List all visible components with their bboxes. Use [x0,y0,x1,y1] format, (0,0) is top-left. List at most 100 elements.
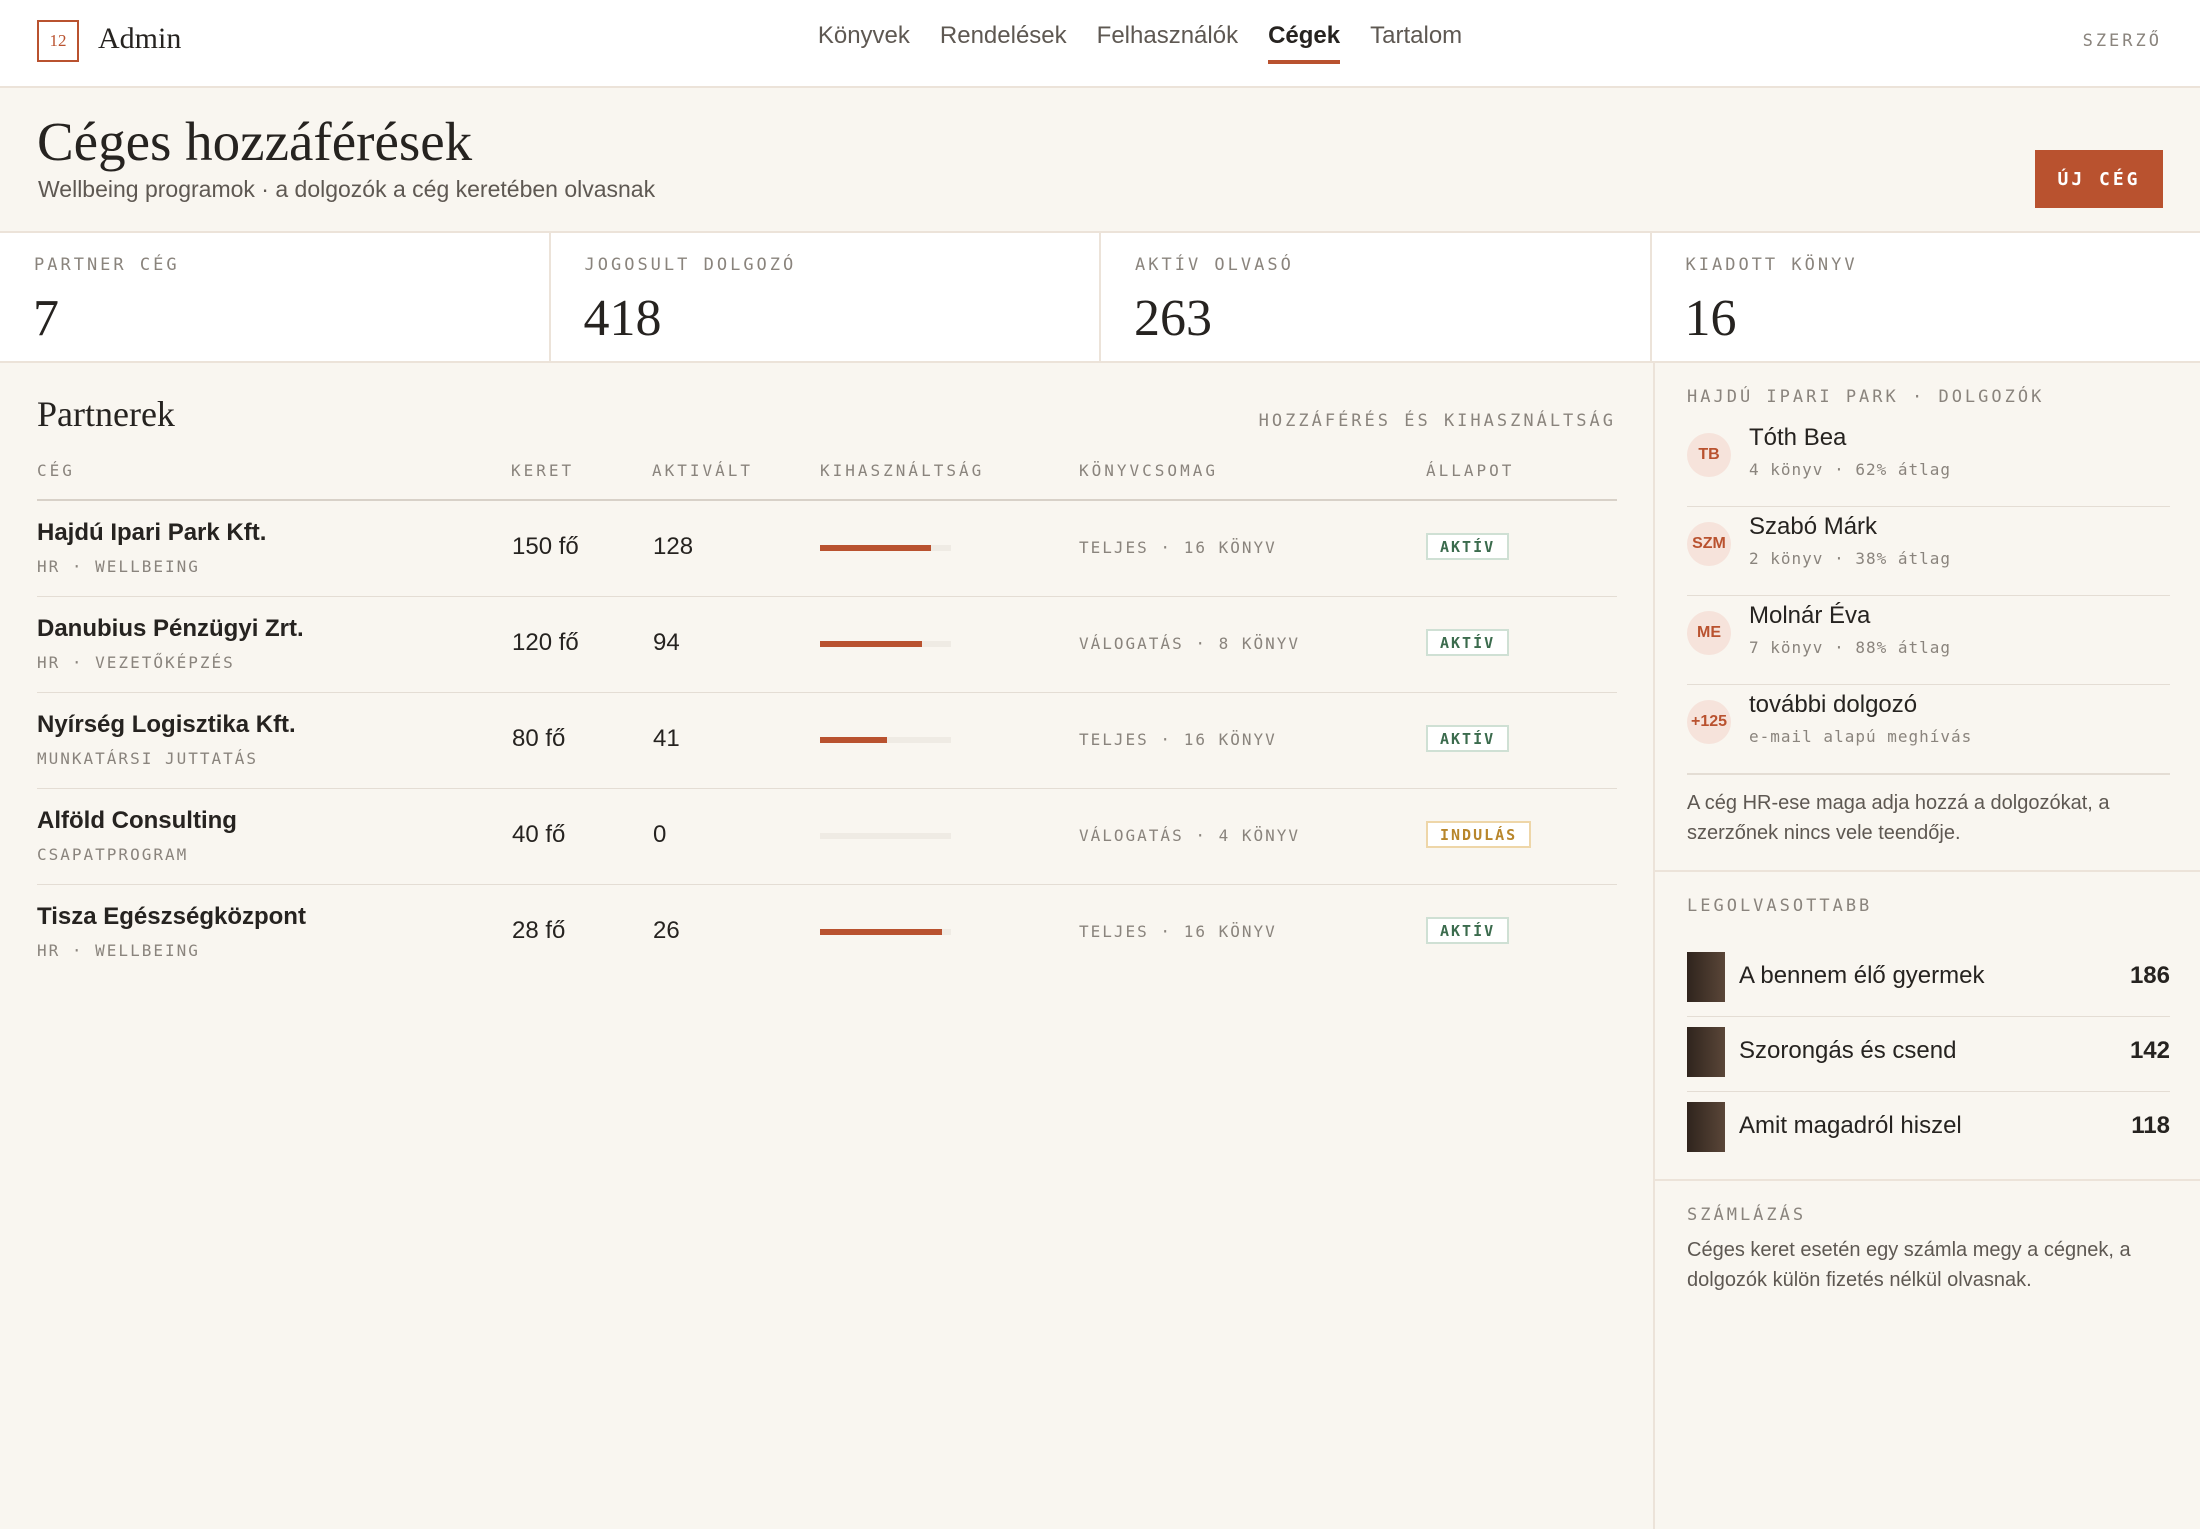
company-category: HR · WELLBEING [37,557,200,576]
company-name[interactable]: Tisza Egészségközpont [37,903,306,931]
employee-list-item[interactable]: ME Molnár Éva 7 könyv · 88% átlag [1687,596,2170,685]
company-name[interactable]: Nyírség Logisztika Kft. [37,711,296,739]
employee-meta: 7 könyv · 88% átlag [1749,638,1952,657]
book-cover-image [1687,952,1725,1002]
company-activated: 26 [653,917,680,944]
user-role-label[interactable]: SZERZŐ [2083,31,2162,51]
stat-partner-companies: PARTNER CÉG 7 [0,233,551,361]
stat-value: 16 [1684,290,1737,347]
book-read-count: 118 [2131,1112,2170,1139]
employee-list-item[interactable]: TB Tóth Bea 4 könyv · 62% átlag [1687,418,2170,507]
book-read-count: 142 [2129,1037,2170,1064]
book-package: TELJES · 16 KÖNYV [1079,538,1277,557]
top-navigation-bar: 12 Admin Könyvek Rendelések Felhasználók… [0,0,2200,88]
most-read-item[interactable]: Amit magadról hiszel 118 [1687,1092,2170,1166]
stat-label: PARTNER CÉG [34,255,180,275]
company-name[interactable]: Hajdú Ipari Park Kft. [37,519,266,547]
partners-panel: Partnerek HOZZÁFÉRÉS ÉS KIHASZNÁLTSÁG CÉ… [0,363,1653,1529]
column-header-company: CÉG [37,461,75,480]
book-cover-image [1687,1027,1725,1077]
stat-value: 263 [1134,290,1212,347]
usage-bar-fill [820,737,887,743]
employee-list-item[interactable]: +125 további dolgozó e-mail alapú meghív… [1687,685,2170,775]
most-read-section: LEGOLVASOTTABB A bennem élő gyermek 186 … [1655,872,2200,1181]
employee-name: Tóth Bea [1749,424,1847,451]
employee-name: Szabó Márk [1749,513,1878,540]
section-title: Partnerek [37,394,175,434]
employee-name: további dolgozó [1749,691,1918,718]
nav-item-content[interactable]: Tartalom [1370,22,1462,64]
main-nav: Könyvek Rendelések Felhasználók Cégek Ta… [0,22,2200,64]
partners-table: CÉG KERET AKTIVÁLT KIHASZNÁLTSÁG KÖNYVCS… [37,461,1617,980]
most-read-item[interactable]: A bennem élő gyermek 186 [1687,942,2170,1017]
employee-meta: 4 könyv · 62% átlag [1749,460,1952,479]
company-activated: 94 [653,629,680,656]
company-quota: 80 fő [512,725,566,752]
billing-text: Céges keret esetén egy számla megy a cég… [1687,1239,2131,1291]
most-read-item[interactable]: Szorongás és csend 142 [1687,1017,2170,1092]
nav-item-companies[interactable]: Cégek [1268,22,1341,64]
company-quota: 120 fő [512,629,579,656]
book-title: Amit magadról hiszel [1739,1112,1962,1139]
column-header-quota: KERET [511,461,575,480]
stat-value: 418 [583,290,662,347]
stat-value: 7 [33,290,59,347]
avatar: TB [1687,433,1731,477]
employee-meta: e-mail alapú meghívás [1749,727,1973,746]
employee-name: Molnár Éva [1749,602,1871,629]
nav-item-users[interactable]: Felhasználók [1097,22,1238,64]
employee-list-item[interactable]: SZM Szabó Márk 2 könyv · 38% átlag [1687,507,2170,596]
right-sidebar: HAJDÚ IPARI PARK · DOLGOZÓK TB Tóth Bea … [1653,363,2200,1529]
usage-bar [820,833,951,839]
usage-bar [820,737,951,743]
company-activated: 41 [653,725,680,752]
company-category: HR · VEZETŐKÉPZÉS [37,653,235,672]
column-header-status: ÁLLAPOT [1426,461,1515,480]
usage-bar [820,929,951,935]
stat-active-readers: AKTÍV OLVASÓ 263 [1101,233,1652,361]
stat-label: JOGOSULT DOLGOZÓ [584,255,797,275]
usage-bar [820,545,951,551]
usage-bar-fill [820,545,932,551]
company-name[interactable]: Alföld Consulting [37,807,237,835]
book-title: A bennem élő gyermek [1739,962,1985,989]
column-header-usage: KIHASZNÁLTSÁG [820,461,985,480]
table-row[interactable]: Alföld Consulting CSAPATPROGRAM 40 fő 0 … [37,789,1617,885]
avatar: ME [1687,611,1731,655]
status-badge: AKTÍV [1426,725,1510,752]
company-quota: 150 fő [512,533,579,560]
stats-bar: PARTNER CÉG 7 JOGOSULT DOLGOZÓ 418 AKTÍV… [0,233,2200,363]
page-subtitle: Wellbeing programok · a dolgozók a cég k… [38,176,656,202]
employee-meta: 2 könyv · 38% átlag [1749,549,1952,568]
book-package: VÁLOGATÁS · 8 KÖNYV [1079,634,1301,653]
column-header-activated: AKTIVÁLT [652,461,754,480]
company-activated: 0 [653,821,667,848]
table-body: Hajdú Ipari Park Kft. HR · WELLBEING 150… [37,501,1617,980]
company-quota: 28 fő [512,917,566,944]
status-badge: AKTÍV [1426,629,1510,656]
company-category: MUNKATÁRSI JUTTATÁS [37,749,259,768]
usage-bar-fill [820,641,923,647]
table-row[interactable]: Nyírség Logisztika Kft. MUNKATÁRSI JUTTA… [37,693,1617,789]
table-row[interactable]: Danubius Pénzügyi Zrt. HR · VEZETŐKÉPZÉS… [37,597,1617,693]
nav-item-books[interactable]: Könyvek [818,22,910,64]
avatar: +125 [1687,700,1731,744]
section-hint: HOZZÁFÉRÉS ÉS KIHASZNÁLTSÁG [1258,411,1616,431]
stat-published-books: KIADOTT KÖNYV 16 [1652,233,2200,361]
company-name[interactable]: Danubius Pénzügyi Zrt. [37,615,304,643]
table-header: CÉG KERET AKTIVÁLT KIHASZNÁLTSÁG KÖNYVCS… [37,461,1617,501]
table-row[interactable]: Hajdú Ipari Park Kft. HR · WELLBEING 150… [37,501,1617,597]
employees-note: A cég HR-ese maga adja hozzá a dolgozóka… [1687,792,2110,844]
column-header-package: KÖNYVCSOMAG [1079,461,1218,480]
new-company-button[interactable]: ÚJ CÉG [2035,150,2163,208]
employees-label: HAJDÚ IPARI PARK · DOLGOZÓK [1687,387,2045,407]
book-package: TELJES · 16 KÖNYV [1079,922,1277,941]
most-read-label: LEGOLVASOTTABB [1687,896,1873,916]
book-cover-image [1687,1102,1725,1152]
company-category: CSAPATPROGRAM [37,845,189,864]
nav-item-orders[interactable]: Rendelések [940,22,1067,64]
status-badge: AKTÍV [1426,917,1510,944]
table-row[interactable]: Tisza Egészségközpont HR · WELLBEING 28 … [37,885,1617,980]
usage-bar-fill [820,929,942,935]
book-title: Szorongás és csend [1739,1037,1957,1064]
